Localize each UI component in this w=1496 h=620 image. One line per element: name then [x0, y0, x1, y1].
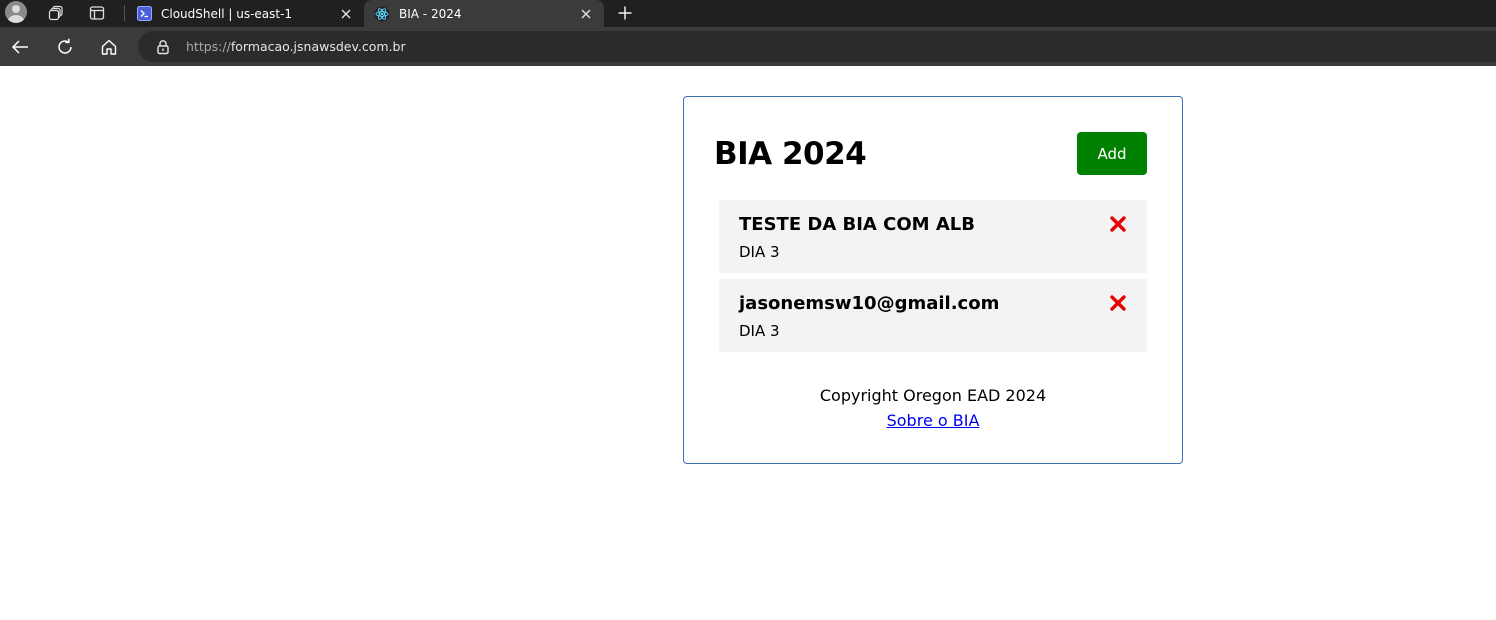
task-description: DIA 3 [739, 322, 780, 340]
page-viewport: BIA 2024 Add TESTE DA BIA COM ALB DIA 3 … [0, 66, 1496, 620]
task-title: TESTE DA BIA COM ALB [739, 214, 975, 235]
page-title: BIA 2024 [714, 136, 867, 172]
url-text[interactable]: https://formacao.jsnawsdev.com.br [186, 39, 406, 55]
workspaces-icon[interactable] [47, 4, 65, 22]
add-button[interactable]: Add [1077, 132, 1147, 175]
tab-title: CloudShell | us-east-1 [161, 6, 293, 21]
close-tab-icon[interactable] [338, 6, 354, 22]
tab-strip: CloudShell | us-east-1 BIA - 2024 [0, 0, 1496, 27]
about-link[interactable]: Sobre o BIA [887, 411, 980, 430]
copyright-text: Copyright Oregon EAD 2024 [819, 386, 1047, 405]
tab-divider [124, 5, 125, 21]
back-arrow-icon[interactable] [9, 36, 31, 58]
terminal-icon [136, 6, 152, 22]
task-item: TESTE DA BIA COM ALB DIA 3 [719, 200, 1147, 273]
browser-toolbar: https://formacao.jsnawsdev.com.br [0, 27, 1496, 66]
new-tab-icon[interactable] [615, 3, 635, 23]
url-scheme: https:// [186, 39, 231, 54]
close-tab-icon[interactable] [578, 6, 594, 22]
app-card: BIA 2024 Add TESTE DA BIA COM ALB DIA 3 … [683, 96, 1183, 464]
task-title: jasonemsw10@gmail.com [739, 293, 1000, 314]
vertical-tabs-icon[interactable] [88, 4, 106, 22]
task-description: DIA 3 [739, 243, 780, 261]
delete-icon[interactable] [1109, 294, 1127, 312]
tab-title: BIA - 2024 [399, 6, 462, 21]
task-item: jasonemsw10@gmail.com DIA 3 [719, 279, 1147, 352]
home-icon[interactable] [98, 36, 120, 58]
tab-bia-2024[interactable]: BIA - 2024 [364, 0, 604, 27]
url-host: formacao.jsnawsdev.com.br [230, 39, 406, 54]
browser-window: CloudShell | us-east-1 BIA - 2024 https:… [0, 0, 1496, 620]
react-icon [374, 6, 390, 22]
address-bar[interactable]: https://formacao.jsnawsdev.com.br [138, 31, 1496, 62]
delete-icon[interactable] [1109, 215, 1127, 233]
refresh-icon[interactable] [54, 36, 76, 58]
footer: Copyright Oregon EAD 2024 Sobre o BIA [684, 383, 1182, 433]
profile-avatar-icon[interactable] [5, 1, 27, 23]
tab-cloudshell[interactable]: CloudShell | us-east-1 [126, 0, 364, 27]
lock-icon[interactable] [155, 39, 171, 55]
